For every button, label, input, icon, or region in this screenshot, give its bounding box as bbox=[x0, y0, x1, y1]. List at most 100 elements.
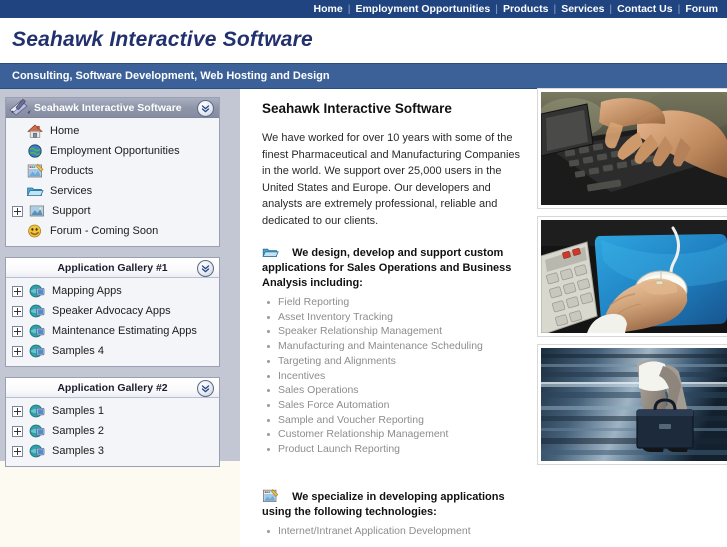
globe-icon bbox=[26, 143, 44, 159]
sidebar-item-label: Services bbox=[50, 185, 93, 197]
sidebar-item-samples-3[interactable]: Samples 3 bbox=[6, 441, 219, 461]
hand-on-mouse-with-blue-mousepad-photo bbox=[538, 217, 727, 336]
chevron-double-down-icon[interactable] bbox=[197, 380, 214, 397]
chevron-double-down-icon[interactable] bbox=[197, 100, 214, 117]
sidebar-item-samples-1[interactable]: Samples 1 bbox=[6, 401, 219, 421]
list-item: Sample and Voucher Reporting bbox=[262, 413, 524, 428]
top-navigation-bar: Home | Employment Opportunities | Produc… bbox=[0, 0, 727, 18]
site-title: Seahawk Interactive Software bbox=[12, 28, 313, 51]
intro-paragraph: We have worked for over 10 years with so… bbox=[262, 132, 521, 227]
picture-icon bbox=[28, 203, 46, 219]
hands-typing-on-laptop-keyboard-photo bbox=[538, 89, 727, 208]
tagline-bar: Consulting, Software Development, Web Ho… bbox=[0, 63, 727, 89]
sidebar-item-label: Speaker Advocacy Apps bbox=[52, 305, 171, 317]
sidebar-panel-main: Seahawk Interactive Software Home Employ… bbox=[5, 97, 220, 247]
expand-plus-icon[interactable] bbox=[12, 425, 23, 437]
section-bullet-list: Internet/Intranet Application Developmen… bbox=[262, 524, 524, 539]
sidebar-item-samples-2[interactable]: Samples 2 bbox=[6, 421, 219, 441]
sidebar-item-samples-4[interactable]: Samples 4 bbox=[6, 341, 219, 361]
sidebar-item-label: Samples 2 bbox=[52, 425, 104, 437]
browser-globe-icon bbox=[28, 303, 46, 319]
sidebar-item-employment-opportunities[interactable]: Employment Opportunities bbox=[6, 141, 219, 161]
sidebar-item-label: Products bbox=[50, 165, 94, 177]
browser-globe-icon bbox=[28, 283, 46, 299]
list-item: Targeting and Alignments bbox=[262, 354, 524, 369]
sidebar-item-label: Samples 3 bbox=[52, 445, 104, 457]
house-icon bbox=[26, 123, 44, 139]
list-item: Sales Force Automation bbox=[262, 398, 524, 413]
topnav-link-products[interactable]: Products bbox=[498, 0, 554, 18]
main-content: Seahawk Interactive Software We have wor… bbox=[240, 89, 727, 547]
sidebar-item-home[interactable]: Home bbox=[6, 121, 219, 141]
photo-column bbox=[538, 89, 727, 473]
sidebar-item-speaker-advocacy-apps[interactable]: Speaker Advocacy Apps bbox=[6, 301, 219, 321]
list-item: Incentives bbox=[262, 369, 524, 384]
topnav-link-home[interactable]: Home bbox=[309, 0, 348, 18]
sidebar-panel-gallery-1-header[interactable]: Application Gallery #1 bbox=[6, 258, 219, 278]
section-technologies: We specialize in developing applications… bbox=[262, 488, 524, 539]
page-title: Seahawk Interactive Software bbox=[262, 101, 452, 116]
sidebar-panel-gallery-2: Application Gallery #2 Samples 1 Samples… bbox=[5, 377, 220, 467]
smiley-icon bbox=[26, 223, 44, 239]
sidebar-panel-gallery-1: Application Gallery #1 Mapping Apps Spea… bbox=[5, 257, 220, 367]
image-chart-icon bbox=[26, 163, 44, 179]
expand-plus-icon[interactable] bbox=[12, 305, 23, 317]
browser-globe-icon bbox=[28, 403, 46, 419]
sidebar-item-label: Samples 1 bbox=[52, 405, 104, 417]
sidebar-item-support[interactable]: Support bbox=[6, 201, 219, 221]
page-body: Seahawk Interactive Software Home Employ… bbox=[0, 89, 727, 547]
sidebar-panel-main-title: Seahawk Interactive Software bbox=[34, 101, 182, 114]
folder-icon bbox=[262, 245, 279, 259]
list-item: Field Reporting bbox=[262, 295, 524, 310]
sidebar-item-label: Maintenance Estimating Apps bbox=[52, 325, 197, 337]
sidebar-item-maintenance-estimating-apps[interactable]: Maintenance Estimating Apps bbox=[6, 321, 219, 341]
topnav-link-employment-opportunities[interactable]: Employment Opportunities bbox=[350, 0, 495, 18]
list-item: Asset Inventory Tracking bbox=[262, 310, 524, 325]
section-bullet-list: Field Reporting Asset Inventory Tracking… bbox=[262, 295, 524, 457]
sidebar-panel-gallery-2-header[interactable]: Application Gallery #2 bbox=[6, 378, 219, 398]
sidebar-panel-gallery-2-title: Application Gallery #2 bbox=[57, 381, 168, 394]
browser-globe-icon bbox=[28, 343, 46, 359]
expand-plus-icon[interactable] bbox=[12, 345, 23, 357]
expand-plus-icon[interactable] bbox=[12, 205, 23, 217]
expand-plus-icon[interactable] bbox=[12, 325, 23, 337]
list-item: Speaker Relationship Management bbox=[262, 324, 524, 339]
list-item: Internet/Intranet Application Developmen… bbox=[262, 524, 524, 539]
sidebar-panel-gallery-2-body: Samples 1 Samples 2 Samples 3 bbox=[6, 398, 219, 466]
sidebar-item-forum[interactable]: Forum - Coming Soon bbox=[6, 221, 219, 241]
sidebar-item-label: Home bbox=[50, 125, 80, 137]
browser-globe-icon bbox=[28, 323, 46, 339]
expand-plus-icon[interactable] bbox=[12, 285, 23, 297]
chevron-double-down-icon[interactable] bbox=[197, 260, 214, 277]
tagline-text: Consulting, Software Development, Web Ho… bbox=[12, 70, 330, 82]
sidebar-item-mapping-apps[interactable]: Mapping Apps bbox=[6, 281, 219, 301]
sidebar-item-label: Samples 4 bbox=[52, 345, 104, 357]
sidebar-panel-gallery-1-title: Application Gallery #1 bbox=[57, 261, 168, 274]
topnav-link-services[interactable]: Services bbox=[556, 0, 609, 18]
sidebar-item-label: Forum - Coming Soon bbox=[50, 225, 159, 237]
sidebar-item-services[interactable]: Services bbox=[6, 181, 219, 201]
brand-header: Seahawk Interactive Software bbox=[0, 18, 727, 63]
list-item: Manufacturing and Maintenance Scheduling bbox=[262, 339, 524, 354]
section-heading: We specialize in developing applications… bbox=[262, 488, 524, 520]
folder-icon bbox=[26, 183, 44, 199]
sidebar: Seahawk Interactive Software Home Employ… bbox=[0, 89, 240, 467]
section-custom-applications: We design, develop and support custom ap… bbox=[262, 245, 524, 457]
topnav-link-forum[interactable]: Forum bbox=[680, 0, 723, 18]
browser-globe-icon bbox=[28, 423, 46, 439]
sidebar-panel-main-body: Home Employment Opportunities Products S… bbox=[6, 118, 219, 246]
sidebar-panel-main-header[interactable]: Seahawk Interactive Software bbox=[6, 98, 219, 118]
expand-plus-icon[interactable] bbox=[12, 445, 23, 457]
topnav-link-contact-us[interactable]: Contact Us bbox=[612, 0, 677, 18]
list-item: Customer Relationship Management bbox=[262, 427, 524, 442]
businessperson-walking-with-briefcase-photo bbox=[538, 345, 727, 464]
image-chart-icon bbox=[262, 488, 279, 503]
list-item: Product Launch Reporting bbox=[262, 442, 524, 457]
section-heading: We design, develop and support custom ap… bbox=[262, 245, 524, 291]
expand-plus-icon[interactable] bbox=[12, 405, 23, 417]
sidebar-item-label: Support bbox=[52, 205, 91, 217]
sidebar-item-products[interactable]: Products bbox=[6, 161, 219, 181]
content-column: Seahawk Interactive Software We have wor… bbox=[262, 101, 524, 538]
section-heading-text: We specialize in developing applications… bbox=[262, 490, 505, 518]
